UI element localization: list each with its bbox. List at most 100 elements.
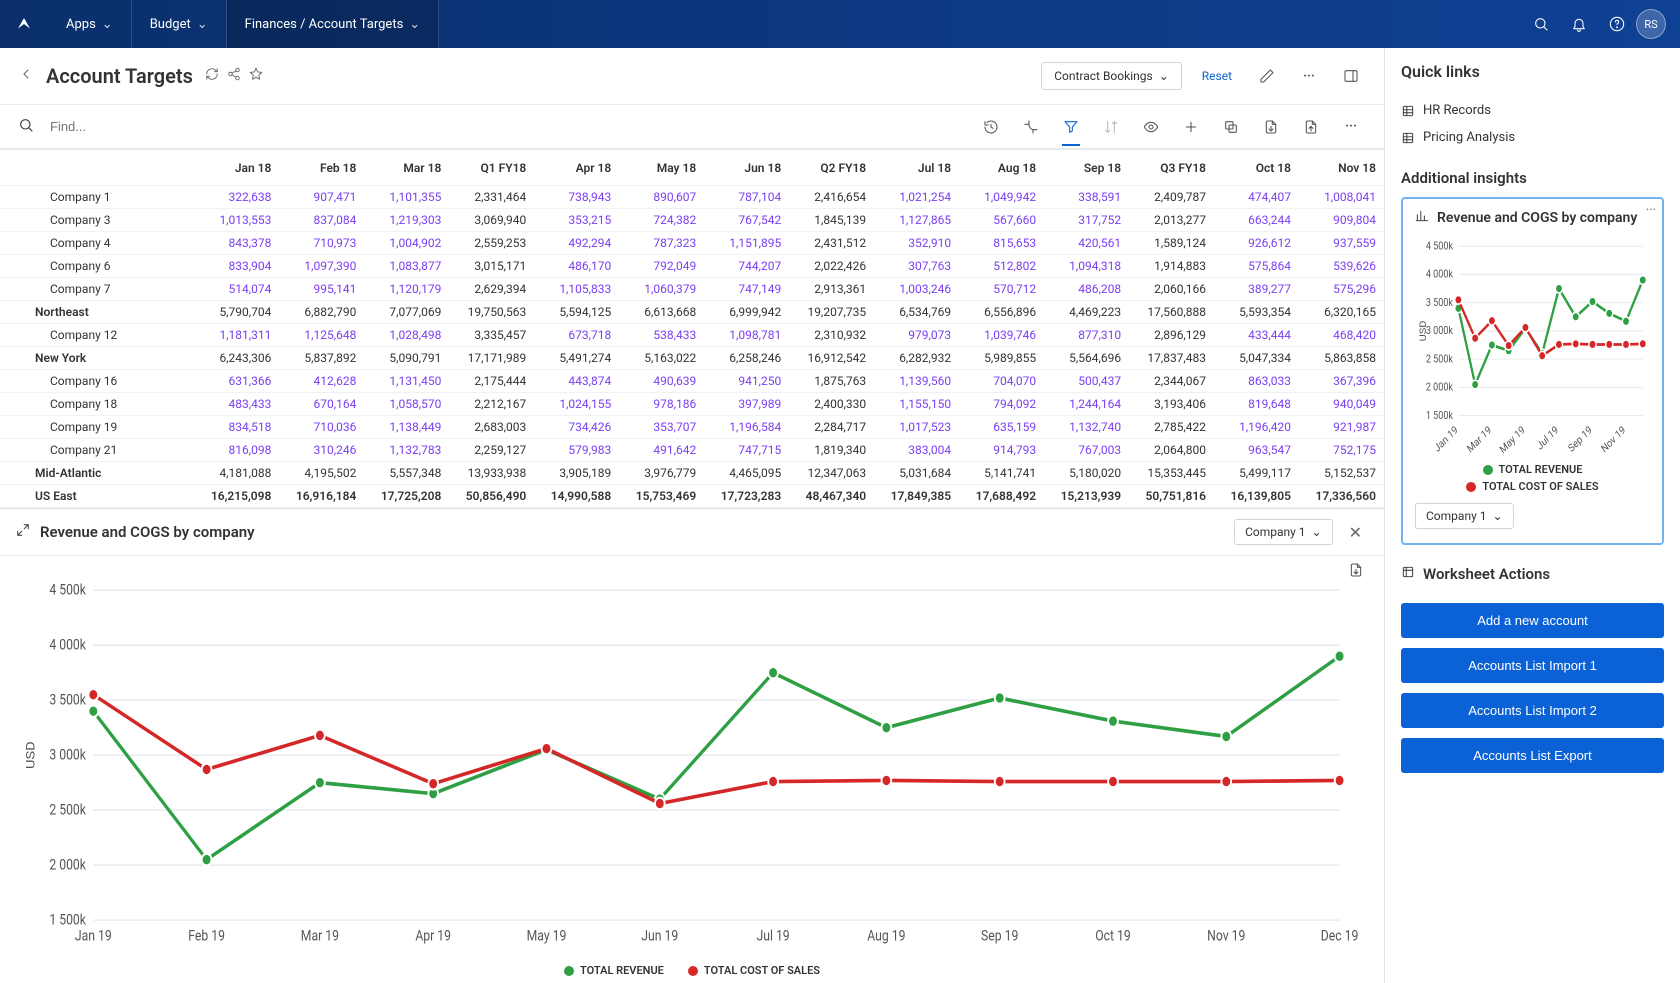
cell[interactable]: 941,250 — [704, 370, 789, 393]
cell[interactable]: 579,983 — [534, 439, 619, 462]
close-icon[interactable]: ✕ — [1343, 523, 1368, 542]
worksheet-action-button[interactable]: Add a new account — [1401, 603, 1664, 638]
plus-icon[interactable] — [1176, 119, 1206, 135]
cell[interactable]: 1,024,155 — [534, 393, 619, 416]
column-header[interactable]: Q1 FY18 — [449, 150, 534, 186]
search-icon[interactable] — [1522, 16, 1560, 32]
cell[interactable]: 483,433 — [194, 393, 279, 416]
cell[interactable]: 670,164 — [279, 393, 364, 416]
cell[interactable]: 317,752 — [1044, 209, 1129, 232]
cell[interactable]: 843,378 — [194, 232, 279, 255]
edit-icon[interactable] — [1252, 68, 1282, 84]
cell[interactable]: 1,125,648 — [279, 324, 364, 347]
cell[interactable]: 710,973 — [279, 232, 364, 255]
cell[interactable]: 575,296 — [1299, 278, 1384, 301]
cell[interactable]: 1,196,584 — [704, 416, 789, 439]
cell[interactable]: 890,607 — [619, 186, 704, 209]
row-label[interactable]: Company 12 — [0, 324, 194, 347]
cell[interactable]: 443,874 — [534, 370, 619, 393]
expand-icon[interactable] — [16, 523, 30, 541]
nav-budget[interactable]: Budget ⌄ — [132, 0, 227, 48]
cell[interactable]: 1,097,390 — [279, 255, 364, 278]
column-header[interactable]: Jul 18 — [874, 150, 959, 186]
cell[interactable]: 1,131,450 — [364, 370, 449, 393]
cell[interactable]: 1,101,355 — [364, 186, 449, 209]
cell[interactable]: 389,277 — [1214, 278, 1299, 301]
cell[interactable]: 514,074 — [194, 278, 279, 301]
cell[interactable]: 747,149 — [704, 278, 789, 301]
history-icon[interactable] — [976, 119, 1006, 135]
cell[interactable]: 744,207 — [704, 255, 789, 278]
column-header[interactable]: May 18 — [619, 150, 704, 186]
cell[interactable]: 367,396 — [1299, 370, 1384, 393]
row-label[interactable]: Company 6 — [0, 255, 194, 278]
cell[interactable]: 1,139,560 — [874, 370, 959, 393]
cell[interactable]: 1,155,150 — [874, 393, 959, 416]
row-label[interactable]: Company 4 — [0, 232, 194, 255]
cell[interactable]: 1,004,902 — [364, 232, 449, 255]
cell[interactable]: 787,104 — [704, 186, 789, 209]
quick-link[interactable]: Pricing Analysis — [1401, 124, 1664, 151]
nav-breadcrumb[interactable]: Finances / Account Targets ⌄ — [227, 0, 440, 48]
cell[interactable]: 420,561 — [1044, 232, 1129, 255]
cell[interactable]: 1,105,833 — [534, 278, 619, 301]
cell[interactable]: 486,170 — [534, 255, 619, 278]
cell[interactable]: 794,092 — [959, 393, 1044, 416]
cell[interactable]: 734,426 — [534, 416, 619, 439]
cell[interactable]: 815,653 — [959, 232, 1044, 255]
star-icon[interactable] — [249, 67, 263, 85]
cell[interactable]: 1,003,246 — [874, 278, 959, 301]
cell[interactable]: 914,793 — [959, 439, 1044, 462]
more-icon[interactable]: ··· — [1336, 119, 1366, 134]
cell[interactable]: 1,060,379 — [619, 278, 704, 301]
cell[interactable]: 995,141 — [279, 278, 364, 301]
column-header[interactable]: Q3 FY18 — [1129, 150, 1214, 186]
cell[interactable]: 1,181,311 — [194, 324, 279, 347]
cell[interactable]: 338,591 — [1044, 186, 1129, 209]
cell[interactable]: 353,215 — [534, 209, 619, 232]
cell[interactable]: 1,127,865 — [874, 209, 959, 232]
row-label[interactable]: Company 21 — [0, 439, 194, 462]
insight-company-selector[interactable]: Company 1 ⌄ — [1415, 503, 1514, 529]
cell[interactable]: 1,083,877 — [364, 255, 449, 278]
cell[interactable]: 538,433 — [619, 324, 704, 347]
app-logo[interactable] — [0, 15, 48, 33]
column-header[interactable]: Aug 18 — [959, 150, 1044, 186]
cell[interactable]: 474,407 — [1214, 186, 1299, 209]
column-header[interactable]: Jun 18 — [704, 150, 789, 186]
share-icon[interactable] — [227, 67, 241, 85]
cell[interactable]: 704,070 — [959, 370, 1044, 393]
cell[interactable]: 310,246 — [279, 439, 364, 462]
cell[interactable]: 491,642 — [619, 439, 704, 462]
cell[interactable]: 500,437 — [1044, 370, 1129, 393]
row-label[interactable]: US East — [0, 485, 194, 508]
cell[interactable]: 631,366 — [194, 370, 279, 393]
panel-toggle-icon[interactable] — [1336, 68, 1366, 84]
cell[interactable]: 1,196,420 — [1214, 416, 1299, 439]
cell[interactable]: 433,444 — [1214, 324, 1299, 347]
back-chevron-icon[interactable] — [18, 66, 34, 86]
row-label[interactable]: Northeast — [0, 301, 194, 324]
cell[interactable]: 937,559 — [1299, 232, 1384, 255]
cell[interactable]: 1,138,449 — [364, 416, 449, 439]
worksheet-action-button[interactable]: Accounts List Import 1 — [1401, 648, 1664, 683]
column-header[interactable]: Nov 18 — [1299, 150, 1384, 186]
worksheet-action-button[interactable]: Accounts List Import 2 — [1401, 693, 1664, 728]
cell[interactable]: 1,039,746 — [959, 324, 1044, 347]
cell[interactable]: 512,802 — [959, 255, 1044, 278]
cell[interactable]: 663,244 — [1214, 209, 1299, 232]
row-label[interactable]: New York — [0, 347, 194, 370]
cell[interactable]: 837,084 — [279, 209, 364, 232]
cell[interactable]: 352,910 — [874, 232, 959, 255]
row-label[interactable]: Company 3 — [0, 209, 194, 232]
cell[interactable]: 1,151,895 — [704, 232, 789, 255]
cell[interactable]: 710,036 — [279, 416, 364, 439]
cell[interactable]: 877,310 — [1044, 324, 1129, 347]
column-header[interactable]: Sep 18 — [1044, 150, 1129, 186]
column-header[interactable]: Q2 FY18 — [789, 150, 874, 186]
cell[interactable]: 1,058,570 — [364, 393, 449, 416]
cell[interactable]: 1,017,523 — [874, 416, 959, 439]
cell[interactable]: 490,639 — [619, 370, 704, 393]
row-label[interactable]: Mid-Atlantic — [0, 462, 194, 485]
cell[interactable]: 397,989 — [704, 393, 789, 416]
